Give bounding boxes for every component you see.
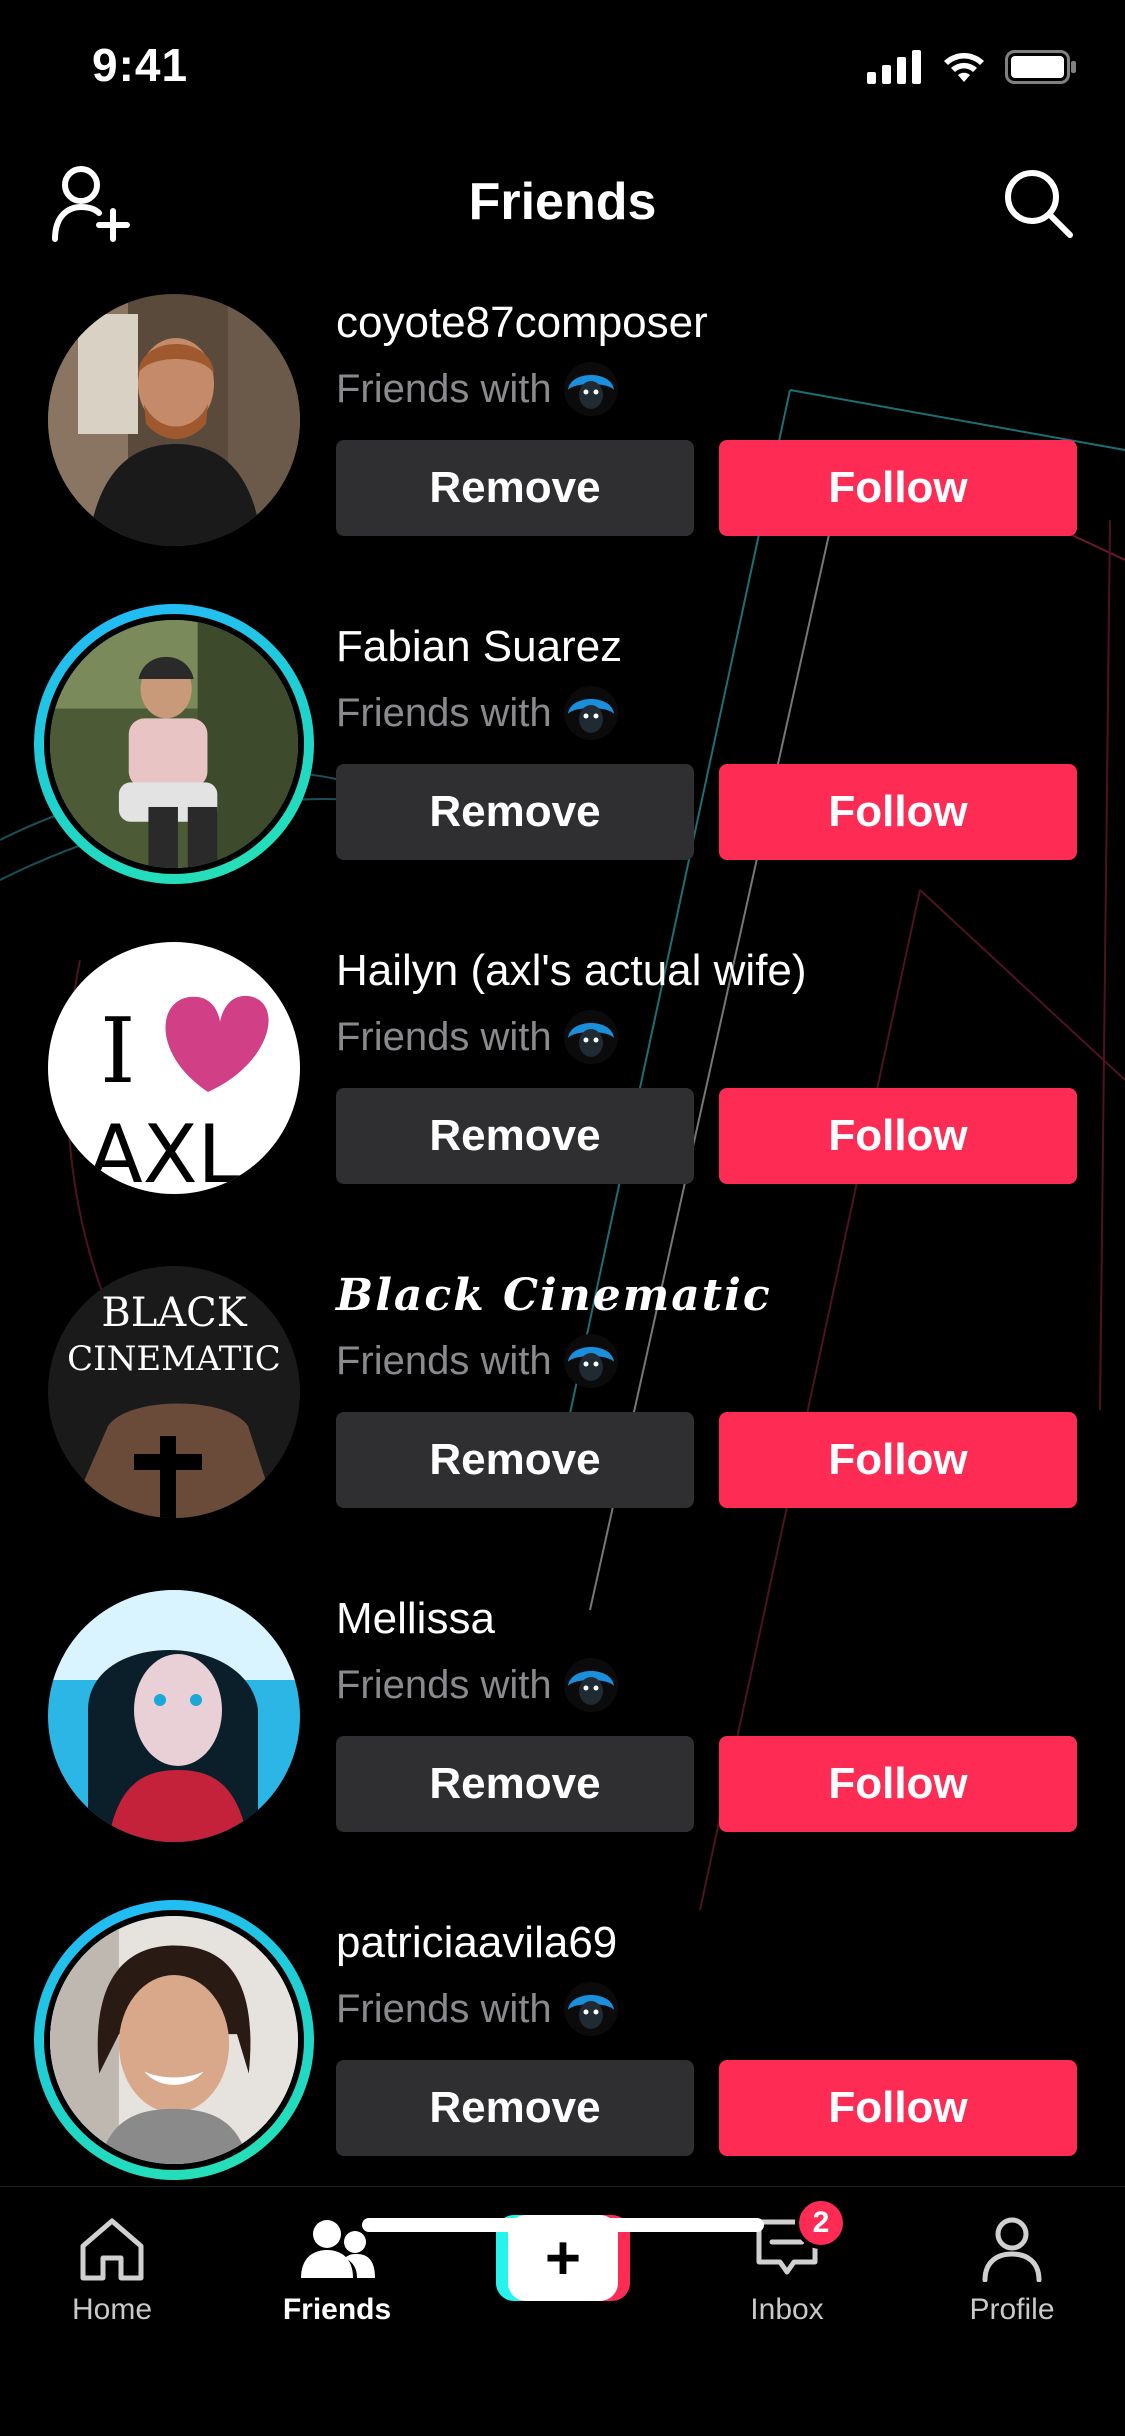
inbox-badge: 2 (795, 2197, 847, 2249)
friend-username[interactable]: coyote87composer (336, 298, 708, 348)
profile-icon (982, 2217, 1042, 2282)
home-icon (80, 2218, 144, 2281)
follow-button[interactable]: Follow (719, 1088, 1077, 1184)
nav-label: Friends (282, 2293, 392, 2326)
friends-with-label: Friends with (336, 690, 552, 735)
friend-row: coyote87composer Friends with Remove Fol… (0, 280, 1125, 604)
nav-label: Profile (969, 2293, 1055, 2326)
friend-username[interactable]: Mellissa (336, 1594, 495, 1644)
friend-username[interactable]: Hailyn (axl's actual wife) (336, 946, 807, 996)
friend-username[interactable]: Fabian Suarez (336, 622, 622, 672)
mutual-friends: Friends with (336, 1010, 618, 1064)
follow-button[interactable]: Follow (719, 1412, 1077, 1508)
avatar-photo (50, 620, 298, 868)
mutual-avatar-icon (563, 686, 618, 740)
mutual-avatar-icon (563, 1658, 618, 1712)
mutual-friends: Friends with (336, 362, 618, 416)
avatar-logo-text-top: I (100, 999, 136, 1104)
mutual-avatar-icon (563, 362, 618, 416)
remove-button[interactable]: Remove (336, 2060, 694, 2156)
mutual-avatar-icon (563, 1334, 618, 1388)
avatar-photo: I AXL (48, 942, 300, 1194)
nav-home[interactable]: Home (22, 2209, 202, 2327)
friend-row: patriciaavila69 Friends with Remove Foll… (0, 1900, 1125, 2224)
avatar-logo-text-bottom: CINEMATIC (67, 1339, 281, 1379)
avatar[interactable] (48, 294, 300, 546)
friend-row: Fabian Suarez Friends with Remove Follow (0, 604, 1125, 928)
avatar[interactable]: BLACK CINEMATIC (48, 1266, 300, 1518)
friends-with-label: Friends with (336, 1986, 552, 2031)
avatar[interactable] (48, 1590, 300, 1842)
friends-with-label: Friends with (336, 1662, 552, 1707)
status-icons (867, 50, 1077, 84)
status-bar: 9:41 (0, 0, 1125, 140)
friends-with-label: Friends with (336, 1338, 552, 1383)
mutual-friends: Friends with (336, 1334, 618, 1388)
remove-button[interactable]: Remove (336, 1088, 694, 1184)
follow-button[interactable]: Follow (719, 764, 1077, 860)
friend-list: coyote87composer Friends with Remove Fol… (0, 280, 1125, 2224)
follow-button[interactable]: Follow (719, 1736, 1077, 1832)
mutual-friends: Friends with (336, 1658, 618, 1712)
status-time: 9:41 (92, 39, 189, 91)
avatar-photo (48, 1590, 300, 1842)
mutual-friends: Friends with (336, 686, 618, 740)
avatar-logo-text-top: BLACK (101, 1290, 247, 1336)
friend-row: BLACK CINEMATIC Black Cinematic Friends … (0, 1252, 1125, 1576)
nav-profile[interactable]: Profile (922, 2209, 1102, 2327)
friends-with-label: Friends with (336, 366, 552, 411)
avatar-story-ring[interactable] (34, 1900, 314, 2180)
remove-button[interactable]: Remove (336, 440, 694, 536)
avatar-story-ring[interactable] (34, 604, 314, 884)
wifi-icon (944, 53, 984, 82)
follow-button[interactable]: Follow (719, 440, 1077, 536)
friend-username[interactable]: Black Cinematic (336, 1270, 772, 1321)
avatar-photo (48, 294, 300, 546)
signal-icon (867, 50, 921, 84)
remove-button[interactable]: Remove (336, 764, 694, 860)
home-indicator (362, 2218, 764, 2232)
battery-icon (1005, 50, 1076, 84)
avatar-photo (50, 1916, 298, 2164)
mutual-avatar-icon (563, 1010, 618, 1064)
avatar-logo-text-bottom: AXL (88, 1108, 243, 1194)
friend-row: I AXL Hailyn (axl's actual wife) Friends… (0, 928, 1125, 1252)
friends-with-label: Friends with (336, 1014, 552, 1059)
avatar-photo: BLACK CINEMATIC (48, 1266, 300, 1518)
remove-button[interactable]: Remove (336, 1736, 694, 1832)
mutual-friends: Friends with (336, 1982, 618, 2036)
follow-button[interactable]: Follow (719, 2060, 1077, 2156)
page-title: Friends (468, 173, 657, 231)
remove-button[interactable]: Remove (336, 1412, 694, 1508)
mutual-avatar-icon (563, 1982, 618, 2036)
search-button[interactable] (993, 158, 1083, 248)
avatar[interactable]: I AXL (48, 942, 300, 1194)
friend-username[interactable]: patriciaavila69 (336, 1918, 617, 1968)
friend-row: Mellissa Friends with Remove Follow (0, 1576, 1125, 1900)
header: Friends (0, 140, 1125, 260)
search-icon (1005, 170, 1073, 238)
nav-label: Home (71, 2293, 153, 2326)
nav-label: Inbox (750, 2293, 824, 2326)
